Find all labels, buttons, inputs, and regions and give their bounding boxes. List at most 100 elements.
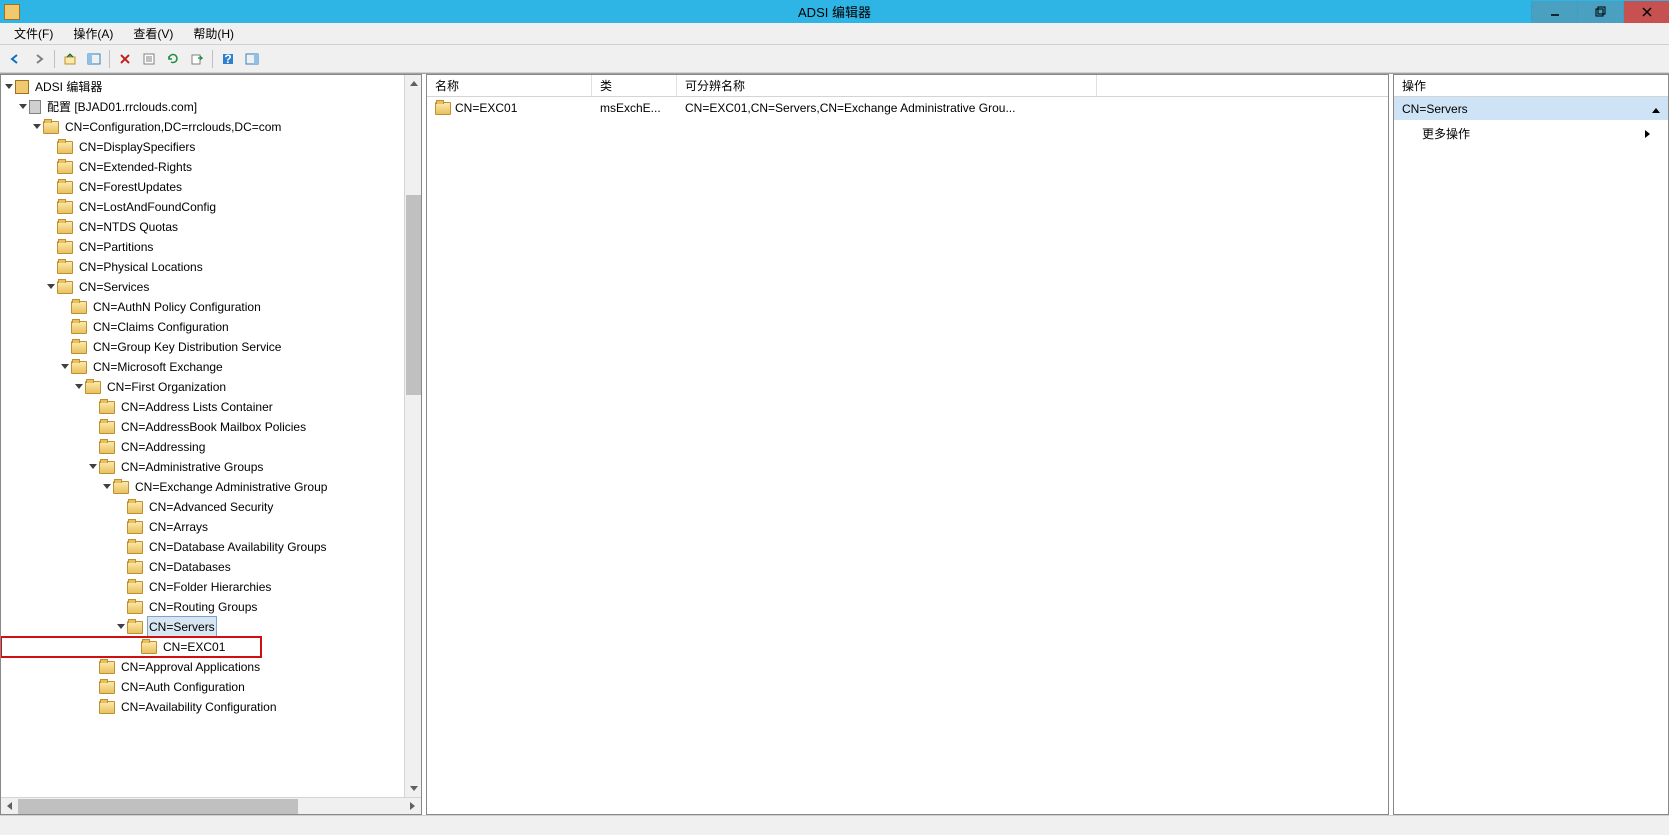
delete-button[interactable] bbox=[114, 48, 136, 70]
tree-label: CN=LostAndFoundConfig bbox=[77, 197, 218, 217]
actions-section[interactable]: CN=Servers bbox=[1394, 97, 1668, 121]
tree-node[interactable]: CN=Claims Configuration bbox=[1, 317, 404, 337]
actions-more[interactable]: 更多操作 bbox=[1394, 121, 1668, 146]
folder-icon bbox=[141, 641, 157, 654]
tree-label: CN=Exchange Administrative Group bbox=[133, 477, 329, 497]
tree-node-exc01[interactable]: CN=EXC01 bbox=[1, 637, 261, 657]
tree-node[interactable]: CN=Arrays bbox=[1, 517, 404, 537]
forward-button[interactable] bbox=[28, 48, 50, 70]
chevron-down-icon[interactable] bbox=[17, 97, 29, 117]
chevron-down-icon[interactable] bbox=[115, 617, 127, 637]
scrollbar-thumb[interactable] bbox=[406, 195, 421, 395]
tree-node[interactable]: CN=Availability Configuration bbox=[1, 697, 404, 717]
list-header: 名称 类 可分辨名称 bbox=[427, 75, 1388, 97]
folder-icon bbox=[71, 321, 87, 334]
horizontal-scrollbar[interactable] bbox=[1, 797, 421, 814]
chevron-down-icon[interactable] bbox=[73, 377, 85, 397]
tree-node[interactable]: CN=Addressing bbox=[1, 437, 404, 457]
tree-node[interactable]: CN=Partitions bbox=[1, 237, 404, 257]
back-button[interactable] bbox=[4, 48, 26, 70]
chevron-down-icon[interactable] bbox=[31, 117, 43, 137]
vertical-scrollbar[interactable] bbox=[404, 75, 421, 797]
window-controls bbox=[1531, 1, 1669, 23]
tree-body: ADSI 编辑器 配置 [BJAD01.rrclouds.com] CN=Con… bbox=[1, 75, 421, 797]
tree-label: CN=DisplaySpecifiers bbox=[77, 137, 197, 157]
tree-node-configuration[interactable]: CN=Configuration,DC=rrclouds,DC=com bbox=[1, 117, 404, 137]
scroll-down-button[interactable] bbox=[405, 780, 421, 797]
up-button[interactable] bbox=[59, 48, 81, 70]
folder-icon bbox=[99, 401, 115, 414]
tree-node[interactable]: CN=AddressBook Mailbox Policies bbox=[1, 417, 404, 437]
chevron-down-icon[interactable] bbox=[101, 477, 113, 497]
tree-node[interactable]: CN=ForestUpdates bbox=[1, 177, 404, 197]
chevron-down-icon[interactable] bbox=[45, 277, 57, 297]
folder-icon bbox=[57, 141, 73, 154]
close-button[interactable] bbox=[1623, 1, 1669, 23]
cell-dn: CN=EXC01,CN=Servers,CN=Exchange Administ… bbox=[677, 99, 1097, 117]
export-button[interactable] bbox=[186, 48, 208, 70]
show-hide-tree-button[interactable] bbox=[83, 48, 105, 70]
tree-label: CN=Microsoft Exchange bbox=[91, 357, 225, 377]
folder-icon bbox=[99, 461, 115, 474]
chevron-down-icon[interactable] bbox=[59, 357, 71, 377]
tree-label: CN=Address Lists Container bbox=[119, 397, 275, 417]
svg-text:?: ? bbox=[224, 52, 231, 66]
tree-node[interactable]: CN=Approval Applications bbox=[1, 657, 404, 677]
tree-node-exchadmingroup[interactable]: CN=Exchange Administrative Group bbox=[1, 477, 404, 497]
menu-view[interactable]: 查看(V) bbox=[125, 23, 181, 44]
chevron-down-icon[interactable] bbox=[87, 457, 99, 477]
tree-label: CN=Arrays bbox=[147, 517, 210, 537]
tree-label: CN=Folder Hierarchies bbox=[147, 577, 273, 597]
tree-node[interactable]: CN=Routing Groups bbox=[1, 597, 404, 617]
tree-node[interactable]: CN=Group Key Distribution Service bbox=[1, 337, 404, 357]
minimize-button[interactable] bbox=[1531, 1, 1577, 23]
menu-file[interactable]: 文件(F) bbox=[6, 23, 61, 44]
scrollbar-thumb[interactable] bbox=[18, 799, 298, 814]
tree-node[interactable]: CN=Folder Hierarchies bbox=[1, 577, 404, 597]
folder-icon bbox=[71, 341, 87, 354]
tree-node-msexchange[interactable]: CN=Microsoft Exchange bbox=[1, 357, 404, 377]
tree-node[interactable]: CN=Extended-Rights bbox=[1, 157, 404, 177]
tree-node-admingroups[interactable]: CN=Administrative Groups bbox=[1, 457, 404, 477]
column-header-dn[interactable]: 可分辨名称 bbox=[677, 75, 1097, 96]
scrollbar-track[interactable] bbox=[18, 798, 404, 815]
tree-node[interactable]: CN=Address Lists Container bbox=[1, 397, 404, 417]
tree-node[interactable]: CN=Databases bbox=[1, 557, 404, 577]
collapse-icon[interactable] bbox=[1652, 102, 1660, 116]
tree-label: CN=AddressBook Mailbox Policies bbox=[119, 417, 308, 437]
tree-node-servers[interactable]: CN=Servers bbox=[1, 617, 404, 637]
cell-name: CN=EXC01 bbox=[455, 101, 517, 115]
tree-node[interactable]: CN=Auth Configuration bbox=[1, 677, 404, 697]
tree-label: 配置 [BJAD01.rrclouds.com] bbox=[45, 97, 199, 117]
show-hide-action-button[interactable] bbox=[241, 48, 263, 70]
maximize-button[interactable] bbox=[1577, 1, 1623, 23]
column-header-class[interactable]: 类 bbox=[592, 75, 677, 96]
folder-icon bbox=[57, 281, 73, 294]
scroll-left-button[interactable] bbox=[1, 798, 18, 815]
tree-node[interactable]: CN=Database Availability Groups bbox=[1, 537, 404, 557]
properties-button[interactable] bbox=[138, 48, 160, 70]
menu-action[interactable]: 操作(A) bbox=[65, 23, 121, 44]
menu-help[interactable]: 帮助(H) bbox=[185, 23, 242, 44]
help-button[interactable]: ? bbox=[217, 48, 239, 70]
tree-node[interactable]: CN=NTDS Quotas bbox=[1, 217, 404, 237]
tree-node-services[interactable]: CN=Services bbox=[1, 277, 404, 297]
tree-node[interactable]: CN=AuthN Policy Configuration bbox=[1, 297, 404, 317]
folder-icon bbox=[57, 161, 73, 174]
tree-node[interactable]: CN=Physical Locations bbox=[1, 257, 404, 277]
tree-node[interactable]: CN=LostAndFoundConfig bbox=[1, 197, 404, 217]
tree-node-config[interactable]: 配置 [BJAD01.rrclouds.com] bbox=[1, 97, 404, 117]
tree-node-root[interactable]: ADSI 编辑器 bbox=[1, 77, 404, 97]
list-row[interactable]: CN=EXC01 msExchE... CN=EXC01,CN=Servers,… bbox=[427, 97, 1388, 119]
column-header-name[interactable]: 名称 bbox=[427, 75, 592, 96]
scroll-right-button[interactable] bbox=[404, 798, 421, 815]
chevron-down-icon[interactable] bbox=[3, 77, 15, 97]
tree-node[interactable]: CN=DisplaySpecifiers bbox=[1, 137, 404, 157]
tree-node[interactable]: CN=Advanced Security bbox=[1, 497, 404, 517]
tree-node-firstorg[interactable]: CN=First Organization bbox=[1, 377, 404, 397]
tree-label: CN=Availability Configuration bbox=[119, 697, 279, 717]
refresh-button[interactable] bbox=[162, 48, 184, 70]
tree[interactable]: ADSI 编辑器 配置 [BJAD01.rrclouds.com] CN=Con… bbox=[1, 75, 421, 719]
tree-label: ADSI 编辑器 bbox=[33, 77, 104, 97]
scroll-up-button[interactable] bbox=[405, 75, 421, 92]
